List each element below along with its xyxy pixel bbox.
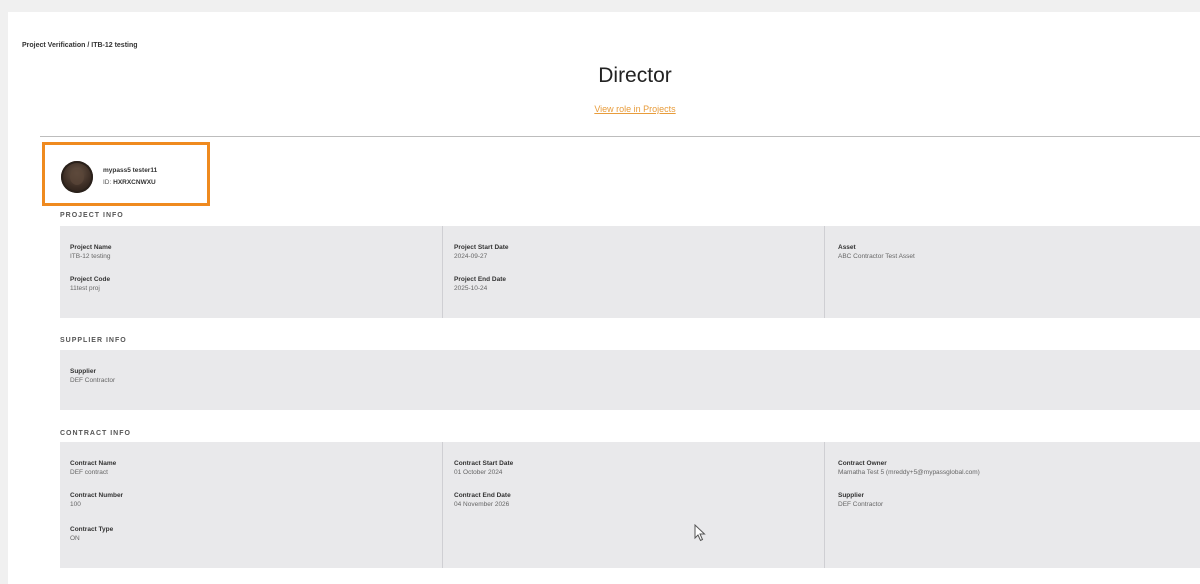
contract-name-value: DEF contract	[70, 469, 108, 476]
contract-name-label: Contract Name	[70, 460, 117, 467]
project-name-label: Project Name	[70, 244, 112, 251]
contract-number-label: Contract Number	[70, 492, 124, 499]
avatar	[61, 161, 93, 193]
user-name: mypass5 tester11	[103, 167, 158, 174]
contract-type-label: Contract Type	[70, 526, 114, 533]
column-divider	[824, 226, 825, 318]
view-role-in-projects-link[interactable]: View role in Projects	[0, 104, 1200, 114]
column-divider	[442, 442, 443, 568]
user-id: ID: HXRXCNWXU	[103, 179, 156, 186]
project-start-date-value: 2024-09-27	[454, 253, 488, 260]
asset-field: Asset ABC Contractor Test Asset	[838, 244, 915, 260]
contract-supplier-field: Supplier DEF Contractor	[838, 492, 883, 508]
project-code-value: 11test proj	[70, 285, 100, 292]
project-end-date-label: Project End Date	[454, 276, 507, 283]
supplier-field: Supplier DEF Contractor	[70, 368, 115, 384]
page-title: Director	[598, 64, 672, 87]
project-name-value: ITB-12 testing	[70, 253, 111, 260]
contract-info-header: CONTRACT INFO	[60, 430, 131, 437]
project-info-header: PROJECT INFO	[60, 212, 124, 219]
supplier-value: DEF Contractor	[70, 377, 116, 384]
column-divider	[442, 226, 443, 318]
contract-start-date-value: 01 October 2024	[454, 469, 503, 476]
project-code-label: Project Code	[70, 276, 111, 283]
avatar-face	[70, 169, 84, 185]
contract-type-value: ON	[70, 535, 80, 542]
project-code-field: Project Code 11test proj	[70, 276, 110, 292]
asset-value: ABC Contractor Test Asset	[838, 253, 915, 260]
contract-end-date-field: Contract End Date 04 November 2026	[454, 492, 511, 508]
project-start-date-field: Project Start Date 2024-09-27	[454, 244, 509, 260]
breadcrumb[interactable]: Project Verification / ITB-12 testing	[22, 42, 138, 49]
contract-number-value: 100	[70, 501, 81, 508]
contract-owner-label: Contract Owner	[838, 460, 887, 467]
user-id-value: HXRXCNWXU	[113, 179, 156, 186]
project-end-date-value: 2025-10-24	[454, 285, 488, 292]
supplier-label: Supplier	[70, 368, 97, 375]
user-id-label: ID:	[103, 179, 112, 186]
project-end-date-field: Project End Date 2025-10-24	[454, 276, 506, 292]
contract-end-date-label: Contract End Date	[454, 492, 511, 499]
project-start-date-label: Project Start Date	[454, 244, 509, 251]
contract-end-date-value: 04 November 2026	[454, 501, 510, 508]
contract-number-field: Contract Number 100	[70, 492, 123, 508]
asset-label: Asset	[838, 244, 856, 251]
contract-supplier-value: DEF Contractor	[838, 501, 884, 508]
header-divider	[40, 136, 1200, 137]
contract-owner-value: Mamatha Test 5 (mreddy+5@mypassglobal.co…	[838, 469, 980, 476]
contract-start-date-field: Contract Start Date 01 October 2024	[454, 460, 513, 476]
contract-supplier-label: Supplier	[838, 492, 865, 499]
contract-start-date-label: Contract Start Date	[454, 460, 514, 467]
project-name-field: Project Name ITB-12 testing	[70, 244, 112, 260]
contract-info-panel: Contract Name DEF contract Contract Numb…	[60, 442, 1200, 568]
contract-owner-field: Contract Owner Mamatha Test 5 (mreddy+5@…	[838, 460, 980, 476]
project-info-panel: Project Name ITB-12 testing Project Code…	[60, 226, 1200, 318]
supplier-info-header: SUPPLIER INFO	[60, 337, 127, 344]
supplier-info-panel: Supplier DEF Contractor	[60, 350, 1200, 410]
mouse-pointer-icon	[694, 524, 706, 542]
column-divider	[824, 442, 825, 568]
user-card[interactable]: mypass5 tester11 ID: HXRXCNWXU	[42, 142, 210, 206]
contract-type-field: Contract Type ON	[70, 526, 113, 542]
contract-name-field: Contract Name DEF contract	[70, 460, 116, 476]
